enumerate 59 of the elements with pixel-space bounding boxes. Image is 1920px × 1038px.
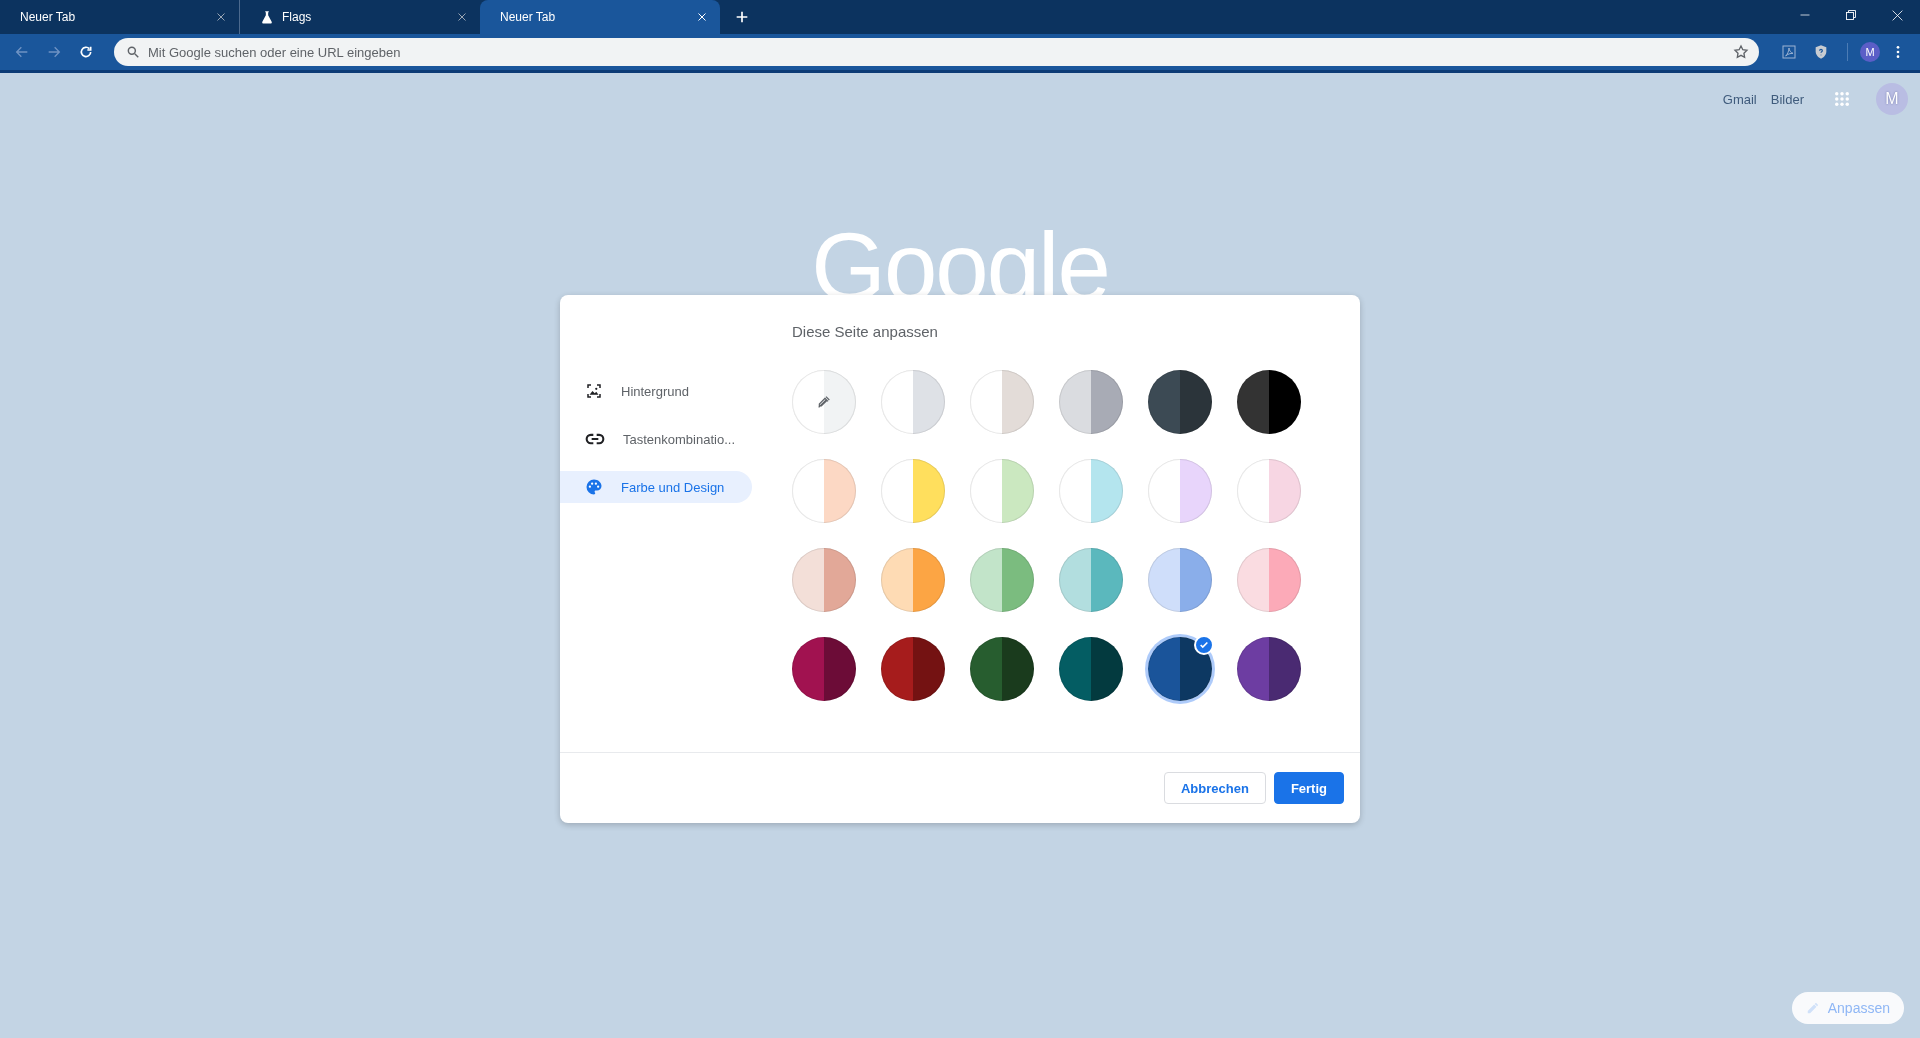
color-swatch[interactable] xyxy=(1059,459,1123,523)
header-link[interactable]: Gmail xyxy=(1722,91,1757,107)
color-swatch[interactable] xyxy=(792,548,856,612)
color-swatch[interactable] xyxy=(1148,637,1212,701)
eyedropper-icon xyxy=(816,394,832,410)
color-swatch[interactable] xyxy=(970,459,1034,523)
dialog-nav-item[interactable]: Farbe und Design xyxy=(560,471,752,503)
browser-tab[interactable]: Neuer Tab xyxy=(480,0,720,34)
apps-grid-icon xyxy=(1833,90,1851,108)
color-swatch[interactable] xyxy=(970,637,1034,701)
restore-icon xyxy=(1845,9,1857,21)
color-swatch[interactable] xyxy=(1148,459,1212,523)
plus-icon xyxy=(734,9,750,25)
color-swatch[interactable] xyxy=(881,370,945,434)
color-swatch[interactable] xyxy=(792,459,856,523)
color-swatch[interactable] xyxy=(881,637,945,701)
done-button[interactable]: Fertig xyxy=(1273,772,1344,804)
star-icon xyxy=(1733,44,1749,60)
color-swatch[interactable] xyxy=(881,459,945,523)
color-swatch[interactable] xyxy=(792,637,856,701)
dialog-nav-item[interactable]: Hintergrund xyxy=(560,375,752,407)
color-swatch[interactable] xyxy=(1237,637,1301,701)
close-icon[interactable] xyxy=(456,11,468,23)
color-swatch[interactable] xyxy=(1059,370,1123,434)
cancel-button[interactable]: Abbrechen xyxy=(1163,772,1266,804)
color-swatch[interactable] xyxy=(1059,637,1123,701)
back-arrow-icon xyxy=(14,44,30,60)
dialog-nav-item[interactable]: Tastenkombinatio... xyxy=(560,423,752,455)
color-swatch[interactable] xyxy=(1237,548,1301,612)
address-bar[interactable]: Mit Google suchen oder eine URL eingeben xyxy=(114,38,1759,66)
color-swatch[interactable] xyxy=(970,548,1034,612)
shield-icon xyxy=(1813,44,1829,60)
browser-tab[interactable]: Flags xyxy=(240,0,480,34)
close-tab-icon xyxy=(696,11,708,23)
close-icon xyxy=(1890,8,1904,22)
pencil-icon xyxy=(1805,1001,1820,1015)
color-swatch[interactable] xyxy=(792,370,856,434)
color-swatch[interactable] xyxy=(1148,548,1212,612)
search-icon xyxy=(126,45,140,59)
color-swatch[interactable] xyxy=(1148,370,1212,434)
color-swatch[interactable] xyxy=(881,548,945,612)
color-swatch[interactable] xyxy=(1237,370,1301,434)
close-icon[interactable] xyxy=(696,11,708,23)
color-swatch[interactable] xyxy=(970,370,1034,434)
reload-icon xyxy=(78,44,94,60)
flask-icon xyxy=(260,10,274,24)
forward-arrow-icon xyxy=(46,44,62,60)
close-tab-icon xyxy=(215,11,227,23)
close-tab-icon xyxy=(456,11,468,23)
image-icon xyxy=(585,382,603,400)
color-swatch[interactable] xyxy=(1059,548,1123,612)
pdf-icon xyxy=(1781,44,1797,60)
profile-avatar[interactable]: M xyxy=(1860,42,1880,62)
color-swatch[interactable] xyxy=(1237,459,1301,523)
palette-icon xyxy=(585,478,603,496)
close-icon[interactable] xyxy=(215,11,227,23)
check-icon xyxy=(1194,635,1214,655)
header-link[interactable]: Bilder xyxy=(1770,91,1804,107)
dialog-title: Diese Seite anpassen xyxy=(792,323,938,340)
